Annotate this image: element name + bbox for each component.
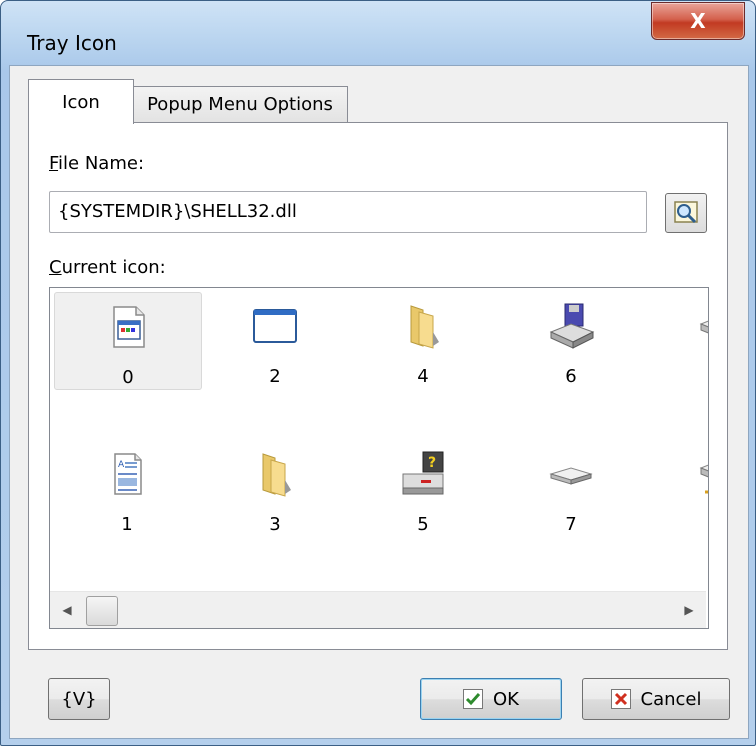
scroll-right-arrow-icon[interactable]: ▶ bbox=[672, 592, 706, 628]
icon-item-4[interactable]: 4 bbox=[350, 292, 496, 388]
icon-item-7[interactable]: 7 bbox=[498, 440, 644, 536]
dialog-window: Tray Icon X Icon Popup Menu Options File… bbox=[0, 0, 756, 746]
icon-index-label: 1 bbox=[121, 514, 133, 535]
icon-item-9[interactable]: 9 bbox=[646, 440, 708, 536]
svg-text:A: A bbox=[118, 460, 125, 470]
icon-item-8[interactable]: 8 bbox=[646, 292, 708, 388]
tab-popup-menu-options[interactable]: Popup Menu Options bbox=[132, 86, 348, 122]
icon-index-label: 5 bbox=[417, 514, 429, 535]
file-name-value: {SYSTEMDIR}\SHELL32.dll bbox=[58, 201, 297, 222]
icon-item-0[interactable]: 0 bbox=[54, 292, 202, 390]
icon-index-label: 2 bbox=[269, 366, 281, 387]
icon-item-5[interactable]: ? 5 bbox=[350, 440, 496, 536]
current-icon-label: Current icon: bbox=[49, 257, 166, 278]
window-title: Tray Icon bbox=[27, 31, 117, 55]
tab-icon[interactable]: Icon bbox=[28, 79, 134, 124]
floppy-drive-icon bbox=[549, 303, 595, 349]
icon-item-1[interactable]: A 1 bbox=[54, 440, 200, 536]
icon-index-label: 4 bbox=[417, 366, 429, 387]
network-drive-icon bbox=[699, 464, 708, 494]
tab-icon-label: Icon bbox=[62, 91, 100, 113]
document-window-icon bbox=[113, 306, 145, 348]
ok-button-label: OK bbox=[493, 688, 519, 710]
close-button[interactable]: X bbox=[651, 2, 745, 40]
text-document-icon: A bbox=[114, 453, 142, 495]
file-name-input[interactable]: {SYSTEMDIR}\SHELL32.dll bbox=[49, 191, 647, 233]
icon-index-label: 9 bbox=[646, 514, 708, 535]
variables-button[interactable]: {V} bbox=[48, 678, 110, 720]
icon-index-label: 7 bbox=[565, 514, 577, 535]
tab-popup-menu-options-label: Popup Menu Options bbox=[147, 94, 333, 115]
icon-index-label: 6 bbox=[565, 366, 577, 387]
icon-index-label: 8 bbox=[646, 366, 708, 387]
icon-item-2[interactable]: 2 bbox=[202, 292, 348, 388]
scroll-left-arrow-icon[interactable]: ◀ bbox=[50, 592, 84, 628]
unknown-drive-icon: ? bbox=[402, 451, 444, 495]
folder-icon bbox=[262, 453, 291, 497]
browse-magnifier-icon bbox=[674, 201, 698, 224]
hard-drive-icon bbox=[549, 467, 593, 485]
icon-index-label: 0 bbox=[122, 367, 134, 388]
icon-list[interactable]: 0 2 4 6 A 1 3 ? 5 7 ◀ ▶ bbox=[49, 287, 709, 629]
file-name-label: File Name: bbox=[49, 153, 145, 174]
checkmark-icon bbox=[463, 689, 483, 709]
svg-text:?: ? bbox=[428, 455, 436, 471]
scrollbar-thumb[interactable] bbox=[86, 596, 118, 626]
ok-button[interactable]: OK bbox=[420, 678, 562, 720]
cancel-button-label: Cancel bbox=[640, 688, 702, 710]
icon-index-label: 3 bbox=[269, 514, 281, 535]
cancel-button[interactable]: Cancel bbox=[582, 678, 730, 720]
variables-button-label: {V} bbox=[61, 688, 97, 710]
folder-icon bbox=[410, 305, 439, 349]
close-icon: X bbox=[690, 9, 706, 33]
application-window-icon bbox=[253, 309, 297, 343]
title-bar[interactable]: Tray Icon X bbox=[1, 1, 755, 65]
dialog-client: Icon Popup Menu Options File Name: {SYST… bbox=[9, 65, 749, 739]
horizontal-scrollbar[interactable]: ◀ ▶ bbox=[50, 591, 706, 628]
cancel-x-icon bbox=[610, 689, 631, 709]
icon-tab-panel: File Name: {SYSTEMDIR}\SHELL32.dll Curre… bbox=[28, 122, 728, 650]
icon-item-6[interactable]: 6 bbox=[498, 292, 644, 388]
browse-button[interactable] bbox=[665, 193, 707, 233]
icon-item-3[interactable]: 3 bbox=[202, 440, 348, 536]
drive-icon bbox=[699, 320, 708, 334]
